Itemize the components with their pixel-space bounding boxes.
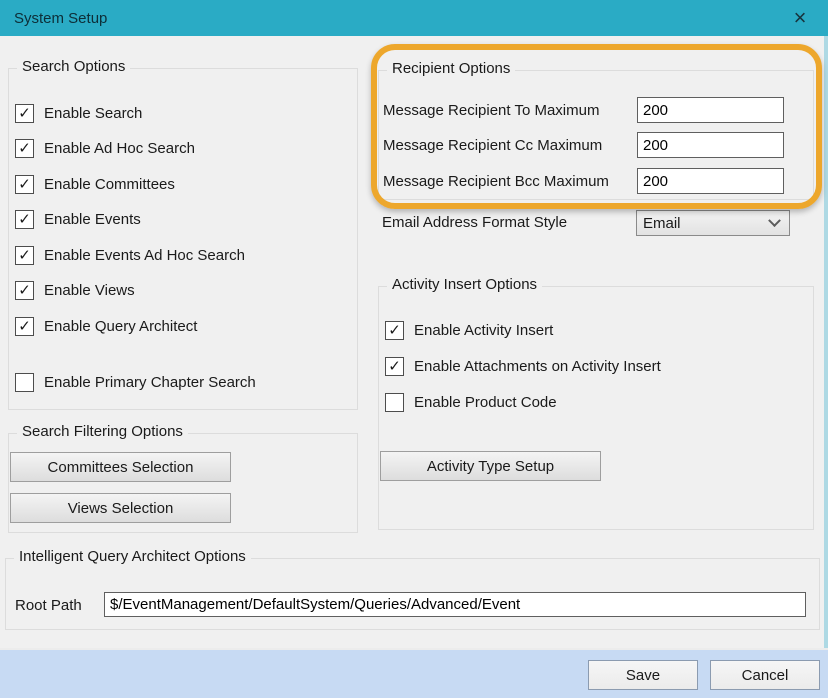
checkbox-enable-ad-hoc-search[interactable]: Enable Ad Hoc Search <box>15 137 195 159</box>
checkbox-enable-query-architect[interactable]: Enable Query Architect <box>15 315 197 337</box>
checkbox-label: Enable Events <box>44 211 141 228</box>
titlebar[interactable]: System Setup <box>0 0 828 36</box>
checkbox-icon[interactable] <box>15 246 34 265</box>
checkbox-icon[interactable] <box>15 139 34 158</box>
recipient-cc-max-input[interactable] <box>637 132 784 158</box>
search-options-title: Search Options <box>17 58 130 75</box>
root-path-input[interactable] <box>104 592 806 617</box>
activity-insert-options-title: Activity Insert Options <box>387 276 542 293</box>
search-filtering-options-group: Search Filtering Options Committees Sele… <box>8 433 358 533</box>
checkbox-enable-committees[interactable]: Enable Committees <box>15 173 175 195</box>
checkbox-icon[interactable] <box>15 104 34 123</box>
window-title: System Setup <box>14 10 107 27</box>
checkbox-enable-activity-insert[interactable]: Enable Activity Insert <box>385 319 553 341</box>
footer-bar: Save Cancel <box>0 648 828 698</box>
chevron-down-icon <box>768 214 781 227</box>
checkbox-label: Enable Ad Hoc Search <box>44 140 195 157</box>
checkbox-label: Enable Search <box>44 105 142 122</box>
email-format-selected-value: Email <box>643 215 770 232</box>
search-filtering-options-title: Search Filtering Options <box>17 423 188 440</box>
checkbox-label: Enable Attachments on Activity Insert <box>414 358 661 375</box>
root-path-label: Root Path <box>15 597 82 614</box>
checkbox-enable-attachments-on-activity-insert[interactable]: Enable Attachments on Activity Insert <box>385 355 661 377</box>
activity-insert-options-group: Activity Insert Options Enable Activity … <box>378 286 814 530</box>
search-options-group: Search Options Enable Search Enable Ad H… <box>8 68 358 410</box>
email-format-dropdown[interactable]: Email <box>636 210 790 236</box>
recipient-to-max-input[interactable] <box>637 97 784 123</box>
query-architect-options-title: Intelligent Query Architect Options <box>14 548 251 565</box>
recipient-bcc-max-label: Message Recipient Bcc Maximum <box>383 173 609 190</box>
email-format-label: Email Address Format Style <box>382 214 567 231</box>
checkbox-icon[interactable] <box>385 357 404 376</box>
checkbox-enable-primary-chapter-search[interactable]: Enable Primary Chapter Search <box>15 371 256 393</box>
window-right-border <box>824 36 828 698</box>
checkbox-icon[interactable] <box>385 321 404 340</box>
checkbox-enable-product-code[interactable]: Enable Product Code <box>385 391 557 413</box>
checkbox-enable-events[interactable]: Enable Events <box>15 208 141 230</box>
close-icon[interactable]: × <box>778 0 822 36</box>
query-architect-options-group: Intelligent Query Architect Options Root… <box>5 558 820 630</box>
checkbox-enable-events-ad-hoc-search[interactable]: Enable Events Ad Hoc Search <box>15 244 245 266</box>
checkbox-label: Enable Activity Insert <box>414 322 553 339</box>
recipient-options-title: Recipient Options <box>387 60 515 77</box>
recipient-options-group: Recipient Options Message Recipient To M… <box>378 70 814 200</box>
committees-selection-button[interactable]: Committees Selection <box>10 452 231 482</box>
recipient-cc-max-label: Message Recipient Cc Maximum <box>383 137 602 154</box>
checkbox-label: Enable Committees <box>44 176 175 193</box>
checkbox-label: Enable Query Architect <box>44 318 197 335</box>
views-selection-button[interactable]: Views Selection <box>10 493 231 523</box>
checkbox-label: Enable Primary Chapter Search <box>44 374 256 391</box>
cancel-button[interactable]: Cancel <box>710 660 820 690</box>
checkbox-icon[interactable] <box>15 281 34 300</box>
checkbox-icon[interactable] <box>15 175 34 194</box>
checkbox-label: Enable Product Code <box>414 394 557 411</box>
checkbox-icon[interactable] <box>15 373 34 392</box>
checkbox-label: Enable Views <box>44 282 135 299</box>
recipient-to-max-label: Message Recipient To Maximum <box>383 102 599 119</box>
checkbox-icon[interactable] <box>385 393 404 412</box>
checkbox-enable-search[interactable]: Enable Search <box>15 102 142 124</box>
activity-type-setup-button[interactable]: Activity Type Setup <box>380 451 601 481</box>
checkbox-icon[interactable] <box>15 317 34 336</box>
checkbox-label: Enable Events Ad Hoc Search <box>44 247 245 264</box>
save-button[interactable]: Save <box>588 660 698 690</box>
checkbox-enable-views[interactable]: Enable Views <box>15 279 135 301</box>
recipient-bcc-max-input[interactable] <box>637 168 784 194</box>
checkbox-icon[interactable] <box>15 210 34 229</box>
system-setup-dialog: { "window": { "title": "System Setup", "… <box>0 0 828 698</box>
